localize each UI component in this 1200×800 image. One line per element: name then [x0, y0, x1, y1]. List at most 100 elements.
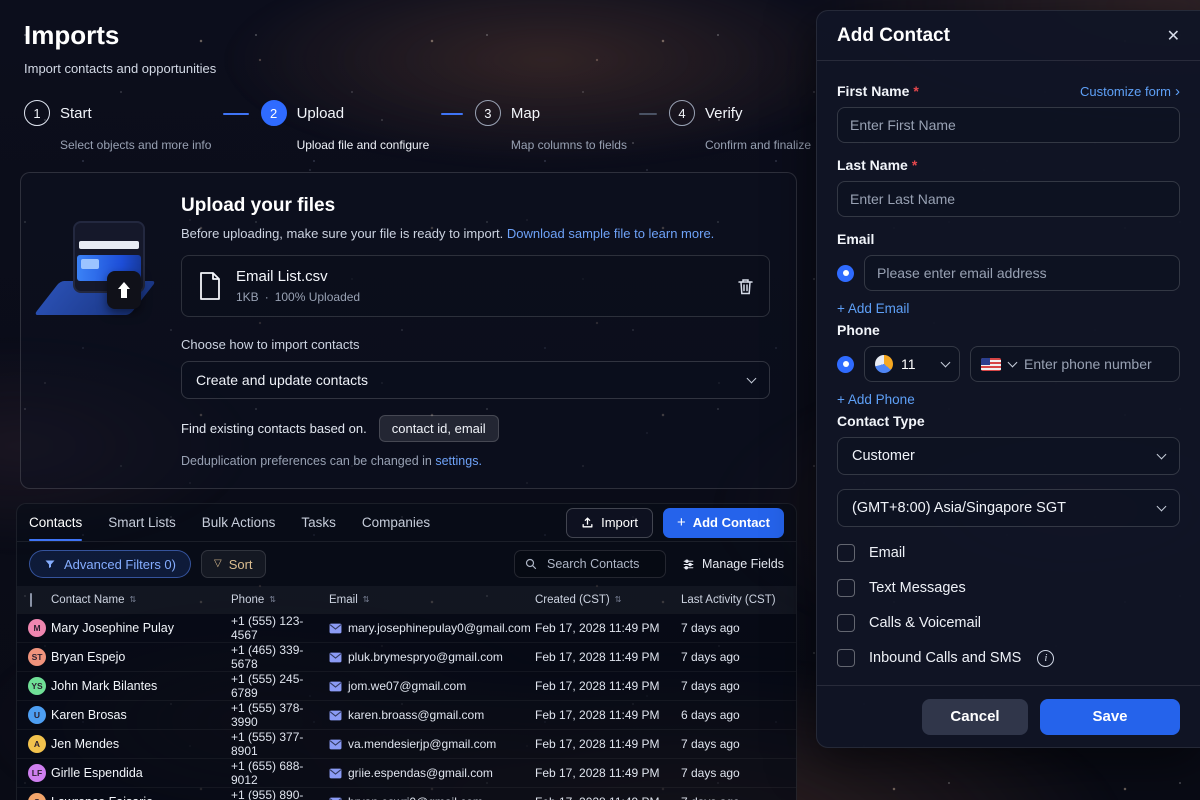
contact-name-cell[interactable]: Karen Brosas [51, 708, 231, 722]
required-asterisk: * [913, 83, 919, 99]
sort-arrows-icon[interactable]: ⇅ [130, 595, 137, 604]
add-email-link[interactable]: + Add Email [837, 301, 1180, 316]
phone-primary-radio[interactable] [837, 355, 854, 373]
tab-bulk-actions[interactable]: Bulk Actions [202, 504, 276, 541]
first-name-field[interactable] [837, 107, 1180, 143]
chevron-down-icon [1007, 357, 1018, 368]
delete-file-button[interactable] [738, 278, 753, 295]
avatar: ST [28, 648, 46, 666]
stepper-connector [441, 113, 463, 115]
search-contacts-input[interactable] [545, 556, 655, 572]
last-activity-cell: 7 days ago [681, 766, 740, 780]
step-verify[interactable]: 4 Verify Confirm and finalize [668, 100, 811, 152]
inbound-calls-sms-checkbox[interactable] [837, 649, 855, 667]
email-field[interactable] [864, 255, 1180, 291]
contact-name-cell[interactable]: Bryan Espejo [51, 650, 231, 664]
table-header: Contact Name ⇅ Phone ⇅ Email ⇅ Created (CST… [17, 586, 796, 613]
email-checkbox[interactable] [837, 544, 855, 562]
last-activity-cell: 6 days ago [681, 708, 740, 722]
last-activity-cell: 7 days ago [681, 737, 740, 751]
tab-companies[interactable]: Companies [362, 504, 430, 541]
sort-arrows-icon[interactable]: ⇅ [269, 595, 276, 604]
customize-form-link[interactable]: Customize form › [1080, 84, 1180, 99]
tab-smart-lists[interactable]: Smart Lists [108, 504, 176, 541]
avatar: U [28, 706, 46, 724]
info-icon[interactable]: i [1037, 649, 1055, 667]
import-stepper: 1 Start Select objects and more info 2 U… [24, 100, 811, 152]
phone-type-select[interactable]: 11 [864, 346, 960, 382]
step-number: 1 [24, 100, 50, 126]
file-icon [198, 271, 222, 301]
inbound-calls-sms-checkbox-label: Inbound Calls and SMS [869, 650, 1022, 666]
calls-voicemail-checkbox[interactable] [837, 614, 855, 632]
add-contact-button[interactable]: + Add Contact [662, 507, 784, 538]
created-cell: Feb 17, 2028 11:49 PM [535, 737, 660, 751]
contact-type-select[interactable]: Customer [837, 437, 1180, 475]
upload-title: Upload your files [181, 195, 336, 216]
phone-label: Phone [837, 322, 880, 338]
timezone-select[interactable]: (GMT+8:00) Asia/Singapore SGT [837, 489, 1180, 527]
phone-number-field[interactable]: Enter phone number [970, 346, 1180, 382]
manage-fields-button[interactable]: Manage Fields [682, 557, 784, 571]
last-activity-cell: 7 days ago [681, 795, 796, 800]
advanced-filters-button[interactable]: Advanced Filters 0) [29, 550, 191, 578]
dedupe-keys-badge[interactable]: contact id, email [378, 415, 499, 442]
step-upload[interactable]: 2 Upload Upload file and configure [260, 100, 430, 152]
sliders-icon [682, 558, 695, 571]
email-primary-radio[interactable] [837, 264, 854, 282]
add-contact-button-label: Add Contact [692, 515, 770, 530]
save-button[interactable]: Save [1040, 698, 1180, 735]
created-cell: Feb 17, 2028 11:49 PM [535, 766, 660, 780]
add-phone-link[interactable]: + Add Phone [837, 392, 1180, 407]
table-row[interactable]: ST Bryan Espejo +1 (465) 339-5678 pluk.b… [17, 642, 796, 671]
table-row[interactable]: A Jen Mendes +1 (555) 377-8901 va.mendes… [17, 729, 796, 758]
chevron-down-icon [1156, 501, 1167, 512]
column-last-activity[interactable]: Last Activity (CST) [681, 594, 776, 606]
upload-description: Before uploading, make sure your file is… [181, 226, 770, 241]
phone-cell: +1 (555) 377-8901 [231, 730, 304, 758]
upload-card: Upload your files Before uploading, make… [20, 172, 797, 489]
select-all-checkbox[interactable] [30, 592, 32, 607]
stepper-connector [638, 113, 657, 115]
step-map[interactable]: 3 Map Map columns to fields [474, 100, 627, 152]
download-sample-link[interactable]: Download sample file to learn more. [507, 226, 714, 241]
table-row[interactable]: M Mary Josephine Pulay +1 (555) 123-4567… [17, 613, 796, 642]
contact-name-cell[interactable]: John Mark Bilantes [51, 679, 231, 693]
email-label: Email [837, 231, 875, 247]
contact-name-cell[interactable]: Jen Mendes [51, 737, 231, 751]
sort-arrows-icon[interactable]: ⇅ [615, 595, 622, 604]
customize-form-label: Customize form [1079, 83, 1171, 99]
settings-link[interactable]: settings. [435, 454, 482, 468]
contact-name-cell[interactable]: Mary Josephine Pulay [51, 621, 231, 635]
last-activity-cell: 7 days ago [681, 679, 740, 693]
contact-name-cell[interactable]: Girlle Espendida [51, 766, 231, 780]
contact-name-cell[interactable]: Lawrence Faisario [51, 795, 231, 800]
upload-arrow-icon [107, 271, 141, 309]
import-button[interactable]: Import [566, 507, 653, 538]
search-contacts-box[interactable] [514, 550, 666, 578]
funnel-icon [44, 558, 56, 570]
text-messages-checkbox[interactable] [837, 579, 855, 597]
tab-tasks[interactable]: Tasks [301, 504, 336, 541]
column-created[interactable]: Created (CST) [535, 594, 610, 606]
table-row[interactable]: S Lawrence Faisario +1 (955) 890-1234 br… [17, 787, 796, 800]
sort-button[interactable]: ▽ Sort [201, 550, 266, 578]
last-name-field[interactable] [837, 181, 1180, 217]
page-title: Imports [24, 20, 120, 50]
step-start[interactable]: 1 Start Select objects and more info [24, 100, 211, 152]
table-row[interactable]: U Karen Brosas +1 (555) 378-3990 karen.b… [17, 700, 796, 729]
phone-cell: +1 (655) 688-9012 [231, 759, 304, 787]
import-mode-select[interactable]: Create and update contacts [181, 361, 770, 399]
cancel-button[interactable]: Cancel [922, 698, 1028, 735]
tab-contacts[interactable]: Contacts [29, 504, 83, 541]
table-row[interactable]: LF Girlle Espendida +1 (655) 688-9012 gr… [17, 758, 796, 787]
sort-arrows-icon[interactable]: ⇅ [363, 595, 370, 604]
avatar: M [28, 619, 46, 637]
dedupe-note-text: Deduplication preferences can be changed… [181, 454, 432, 468]
column-phone[interactable]: Phone [231, 594, 264, 606]
close-icon[interactable]: ✕ [1167, 26, 1180, 46]
table-row[interactable]: YS John Mark Bilantes +1 (555) 245-6789 … [17, 671, 796, 700]
column-email[interactable]: Email [329, 594, 358, 606]
column-contact-name[interactable]: Contact Name [51, 594, 125, 606]
step-sublabel: Upload file and configure [296, 138, 430, 152]
